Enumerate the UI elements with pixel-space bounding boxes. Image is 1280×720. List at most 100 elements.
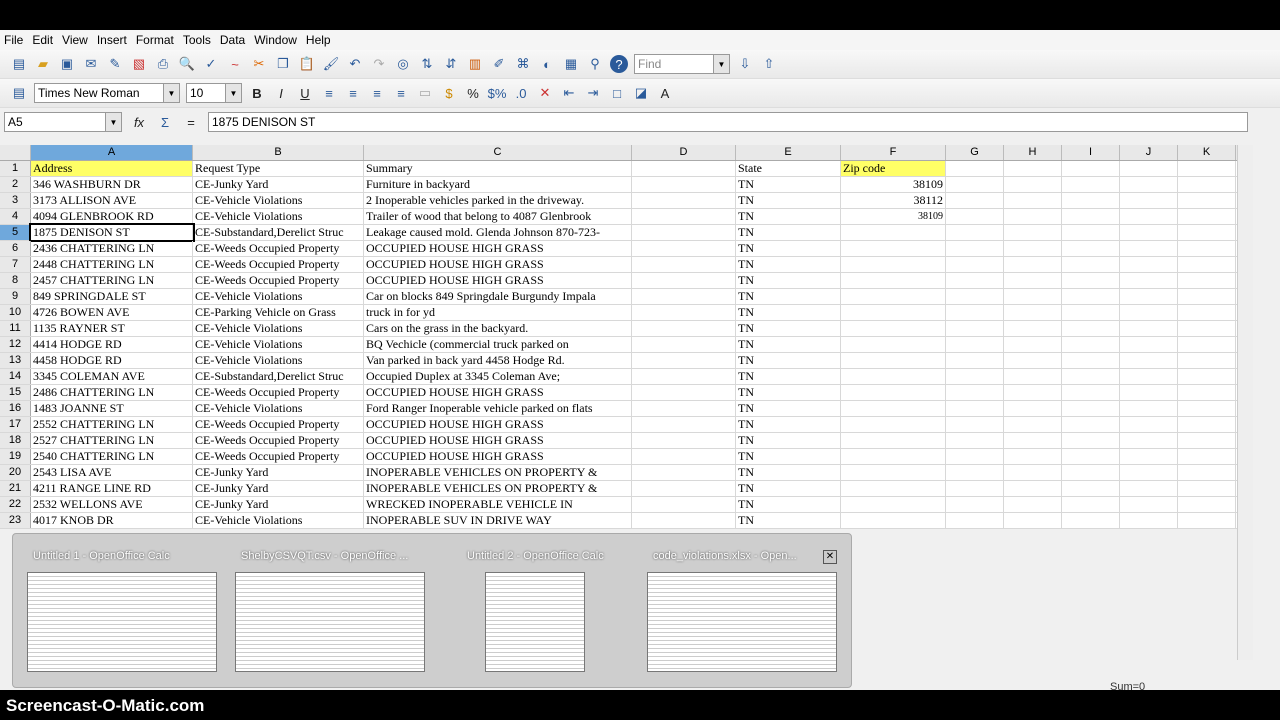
column-header-b[interactable]: B — [193, 145, 364, 160]
formula-equals-icon[interactable]: = — [182, 113, 200, 131]
cell-a10[interactable]: 4726 BOWEN AVE — [31, 305, 193, 320]
cell-c5[interactable]: Leakage caused mold. Glenda Johnson 870-… — [364, 225, 632, 240]
cell-a15[interactable]: 2486 CHATTERING LN — [31, 385, 193, 400]
chevron-down-icon[interactable]: ▼ — [225, 84, 241, 102]
cell-a11[interactable]: 1135 RAYNER ST — [31, 321, 193, 336]
find-input[interactable]: Find ▼ — [634, 54, 730, 74]
sum-icon[interactable]: Σ — [156, 113, 174, 131]
cell-k11[interactable] — [1178, 321, 1236, 336]
gallery-icon[interactable]: ◐ — [538, 55, 556, 73]
cell-h23[interactable] — [1004, 513, 1062, 528]
cell-f12[interactable] — [841, 337, 946, 352]
cell-k16[interactable] — [1178, 401, 1236, 416]
cell-j14[interactable] — [1120, 369, 1178, 384]
cell-e8[interactable]: TN — [736, 273, 841, 288]
styles-icon[interactable]: ▤ — [10, 84, 28, 102]
cell-c7[interactable]: OCCUPIED HOUSE HIGH GRASS — [364, 257, 632, 272]
name-box[interactable]: A5 ▼ — [4, 112, 122, 132]
cell-b12[interactable]: CE-Vehicle Violations — [193, 337, 364, 352]
cell-e1[interactable]: State — [736, 161, 841, 176]
cell-a17[interactable]: 2552 CHATTERING LN — [31, 417, 193, 432]
cell-d14[interactable] — [632, 369, 736, 384]
cell-g23[interactable] — [946, 513, 1004, 528]
cell-e22[interactable]: TN — [736, 497, 841, 512]
menu-view[interactable]: View — [62, 33, 88, 47]
cell-h9[interactable] — [1004, 289, 1062, 304]
cell-e18[interactable]: TN — [736, 433, 841, 448]
column-header-c[interactable]: C — [364, 145, 632, 160]
cell-h10[interactable] — [1004, 305, 1062, 320]
cell-b6[interactable]: CE-Weeds Occupied Property — [193, 241, 364, 256]
cell-i17[interactable] — [1062, 417, 1120, 432]
spreadsheet-grid[interactable]: ABCDEFGHIJK 1 Address Request Type Summary S… — [0, 145, 1237, 529]
cell-j15[interactable] — [1120, 385, 1178, 400]
cell-f5[interactable] — [841, 225, 946, 240]
cell-f2[interactable]: 38109 — [841, 177, 946, 192]
cell-f17[interactable] — [841, 417, 946, 432]
cell-d22[interactable] — [632, 497, 736, 512]
cell-i10[interactable] — [1062, 305, 1120, 320]
cell-g6[interactable] — [946, 241, 1004, 256]
cell-h2[interactable] — [1004, 177, 1062, 192]
cell-c21[interactable]: INOPERABLE VEHICLES ON PROPERTY & — [364, 481, 632, 496]
cell-d2[interactable] — [632, 177, 736, 192]
cell-g15[interactable] — [946, 385, 1004, 400]
preview-title[interactable]: Untitled 1 - OpenOffice Calc — [33, 550, 170, 562]
cell-f21[interactable] — [841, 481, 946, 496]
cell-e2[interactable]: TN — [736, 177, 841, 192]
cell-j20[interactable] — [1120, 465, 1178, 480]
autospell-icon[interactable]: ~ — [226, 55, 244, 73]
row-header[interactable]: 17 — [0, 417, 31, 432]
cell-c3[interactable]: 2 Inoperable vehicles parked in the driv… — [364, 193, 632, 208]
cell-b21[interactable]: CE-Junky Yard — [193, 481, 364, 496]
cell-e16[interactable]: TN — [736, 401, 841, 416]
cell-f4[interactable]: 38109 — [841, 209, 946, 224]
cell-j3[interactable] — [1120, 193, 1178, 208]
cell-d19[interactable] — [632, 449, 736, 464]
cell-c10[interactable]: truck in for yd — [364, 305, 632, 320]
cell-b4[interactable]: CE-Vehicle Violations — [193, 209, 364, 224]
cell-k5[interactable] — [1178, 225, 1236, 240]
borders-icon[interactable]: □ — [608, 84, 626, 102]
cell-i20[interactable] — [1062, 465, 1120, 480]
cell-f3[interactable]: 38112 — [841, 193, 946, 208]
cell-d11[interactable] — [632, 321, 736, 336]
navigator-icon[interactable]: ⌘ — [514, 55, 532, 73]
cell-j17[interactable] — [1120, 417, 1178, 432]
cell-h14[interactable] — [1004, 369, 1062, 384]
cell-c6[interactable]: OCCUPIED HOUSE HIGH GRASS — [364, 241, 632, 256]
font-color-icon[interactable]: A — [656, 84, 674, 102]
show-draw-icon[interactable]: ✐ — [490, 55, 508, 73]
cell-c4[interactable]: Trailer of wood that belong to 4087 Glen… — [364, 209, 632, 224]
cell-a20[interactable]: 2543 LISA AVE — [31, 465, 193, 480]
cell-k15[interactable] — [1178, 385, 1236, 400]
cell-f15[interactable] — [841, 385, 946, 400]
datasources-icon[interactable]: ▦ — [562, 55, 580, 73]
column-header-h[interactable]: H — [1004, 145, 1062, 160]
cell-e9[interactable]: TN — [736, 289, 841, 304]
cell-i1[interactable] — [1062, 161, 1120, 176]
cell-j9[interactable] — [1120, 289, 1178, 304]
increase-indent-icon[interactable]: ⇥ — [584, 84, 602, 102]
cell-k13[interactable] — [1178, 353, 1236, 368]
row-header[interactable]: 12 — [0, 337, 31, 352]
cell-b3[interactable]: CE-Vehicle Violations — [193, 193, 364, 208]
cell-f13[interactable] — [841, 353, 946, 368]
cell-h20[interactable] — [1004, 465, 1062, 480]
cell-d12[interactable] — [632, 337, 736, 352]
cell-g1[interactable] — [946, 161, 1004, 176]
window-preview-thumbnail[interactable] — [485, 572, 585, 672]
new-icon[interactable]: ▤ — [10, 55, 28, 73]
cell-k22[interactable] — [1178, 497, 1236, 512]
row-header[interactable]: 21 — [0, 481, 31, 496]
cell-b22[interactable]: CE-Junky Yard — [193, 497, 364, 512]
cell-e17[interactable]: TN — [736, 417, 841, 432]
cell-h13[interactable] — [1004, 353, 1062, 368]
cell-h17[interactable] — [1004, 417, 1062, 432]
preview-title[interactable]: code_violations.xlsx - Open... — [653, 550, 797, 562]
cell-i19[interactable] — [1062, 449, 1120, 464]
cell-h21[interactable] — [1004, 481, 1062, 496]
font-name-select[interactable]: Times New Roman ▼ — [34, 83, 180, 103]
cell-g13[interactable] — [946, 353, 1004, 368]
cell-e7[interactable]: TN — [736, 257, 841, 272]
